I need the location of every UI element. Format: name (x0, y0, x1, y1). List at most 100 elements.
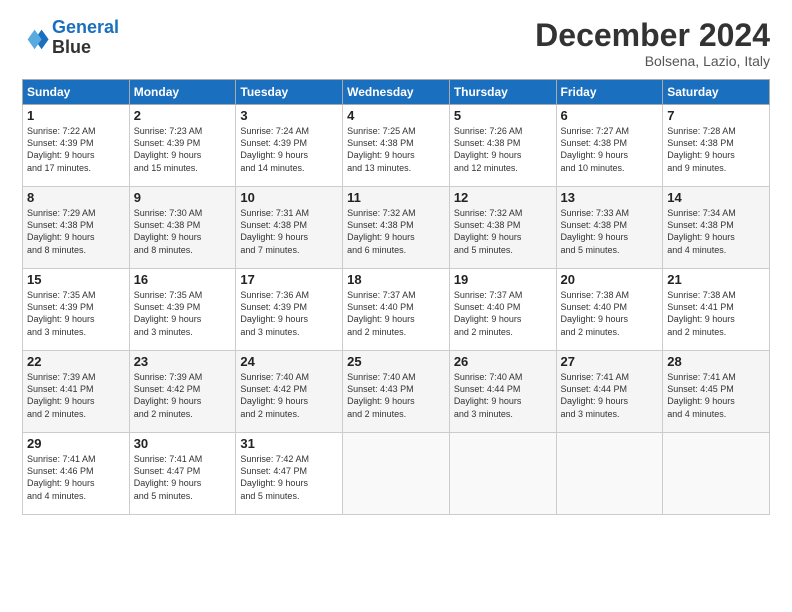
day-number: 19 (454, 272, 552, 287)
day-number: 3 (240, 108, 338, 123)
cell-info: Sunrise: 7:37 AM Sunset: 4:40 PM Dayligh… (454, 289, 552, 338)
calendar-week-row: 15Sunrise: 7:35 AM Sunset: 4:39 PM Dayli… (23, 269, 770, 351)
cell-info: Sunrise: 7:39 AM Sunset: 4:41 PM Dayligh… (27, 371, 125, 420)
table-row (663, 433, 770, 515)
table-row: 21 Sunrise: 7:38 AM Sunset: 4:41 PM Dayli… (663, 269, 770, 351)
cell-info: Sunrise: 7:31 AM Sunset: 4:38 PM Dayligh… (240, 207, 338, 256)
header-thursday: Thursday (449, 80, 556, 105)
calendar-week-row: 29Sunrise: 7:41 AM Sunset: 4:46 PM Dayli… (23, 433, 770, 515)
table-row: 24 Sunrise: 7:40 AM Sunset: 4:42 PM Dayli… (236, 351, 343, 433)
cell-info: Sunrise: 7:34 AM Sunset: 4:38 PM Dayligh… (667, 207, 765, 256)
logo-icon (22, 24, 50, 52)
cell-info: Sunrise: 7:32 AM Sunset: 4:38 PM Dayligh… (347, 207, 445, 256)
day-number: 14 (667, 190, 765, 205)
calendar-week-row: 22Sunrise: 7:39 AM Sunset: 4:41 PM Dayli… (23, 351, 770, 433)
cell-info: Sunrise: 7:36 AM Sunset: 4:39 PM Dayligh… (240, 289, 338, 338)
day-number: 28 (667, 354, 765, 369)
day-number: 31 (240, 436, 338, 451)
day-number: 30 (134, 436, 232, 451)
table-row: 7 Sunrise: 7:28 AM Sunset: 4:38 PM Daylig… (663, 105, 770, 187)
table-row: 3 Sunrise: 7:24 AM Sunset: 4:39 PM Daylig… (236, 105, 343, 187)
day-number: 7 (667, 108, 765, 123)
table-row: 18 Sunrise: 7:37 AM Sunset: 4:40 PM Dayli… (343, 269, 450, 351)
day-number: 2 (134, 108, 232, 123)
cell-info: Sunrise: 7:24 AM Sunset: 4:39 PM Dayligh… (240, 125, 338, 174)
table-row: 20Sunrise: 7:38 AM Sunset: 4:40 PM Dayli… (556, 269, 663, 351)
table-row: 4Sunrise: 7:25 AM Sunset: 4:38 PM Daylig… (343, 105, 450, 187)
day-number: 29 (27, 436, 125, 451)
table-row: 23 Sunrise: 7:39 AM Sunset: 4:42 PM Dayli… (129, 351, 236, 433)
header-sunday: Sunday (23, 80, 130, 105)
cell-info: Sunrise: 7:33 AM Sunset: 4:38 PM Dayligh… (561, 207, 659, 256)
cell-info: Sunrise: 7:39 AM Sunset: 4:42 PM Dayligh… (134, 371, 232, 420)
table-row: 22Sunrise: 7:39 AM Sunset: 4:41 PM Dayli… (23, 351, 130, 433)
day-number: 17 (240, 272, 338, 287)
header-saturday: Saturday (663, 80, 770, 105)
day-number: 8 (27, 190, 125, 205)
day-number: 24 (240, 354, 338, 369)
logo-text: General Blue (52, 18, 119, 58)
day-number: 23 (134, 354, 232, 369)
header-friday: Friday (556, 80, 663, 105)
table-row: 30Sunrise: 7:41 AM Sunset: 4:47 PM Dayli… (129, 433, 236, 515)
cell-info: Sunrise: 7:40 AM Sunset: 4:42 PM Dayligh… (240, 371, 338, 420)
table-row: 11 Sunrise: 7:32 AM Sunset: 4:38 PM Dayli… (343, 187, 450, 269)
cell-info: Sunrise: 7:37 AM Sunset: 4:40 PM Dayligh… (347, 289, 445, 338)
day-number: 5 (454, 108, 552, 123)
table-row: 31 Sunrise: 7:42 AM Sunset: 4:47 PM Dayli… (236, 433, 343, 515)
day-number: 18 (347, 272, 445, 287)
calendar-week-row: 1Sunrise: 7:22 AM Sunset: 4:39 PM Daylig… (23, 105, 770, 187)
table-row (343, 433, 450, 515)
table-row: 2 Sunrise: 7:23 AM Sunset: 4:39 PM Daylig… (129, 105, 236, 187)
cell-info: Sunrise: 7:35 AM Sunset: 4:39 PM Dayligh… (27, 289, 125, 338)
day-number: 27 (561, 354, 659, 369)
table-row: 16Sunrise: 7:35 AM Sunset: 4:39 PM Dayli… (129, 269, 236, 351)
day-number: 6 (561, 108, 659, 123)
cell-info: Sunrise: 7:29 AM Sunset: 4:38 PM Dayligh… (27, 207, 125, 256)
cell-info: Sunrise: 7:28 AM Sunset: 4:38 PM Dayligh… (667, 125, 765, 174)
day-number: 21 (667, 272, 765, 287)
header-tuesday: Tuesday (236, 80, 343, 105)
cell-info: Sunrise: 7:26 AM Sunset: 4:38 PM Dayligh… (454, 125, 552, 174)
table-row: 26Sunrise: 7:40 AM Sunset: 4:44 PM Dayli… (449, 351, 556, 433)
logo-line2: Blue (52, 37, 91, 57)
table-row: 9 Sunrise: 7:30 AM Sunset: 4:38 PM Daylig… (129, 187, 236, 269)
table-row (449, 433, 556, 515)
calendar-week-row: 8 Sunrise: 7:29 AM Sunset: 4:38 PM Daylig… (23, 187, 770, 269)
cell-info: Sunrise: 7:27 AM Sunset: 4:38 PM Dayligh… (561, 125, 659, 174)
header: General Blue December 2024 Bolsena, Lazi… (22, 18, 770, 69)
day-number: 25 (347, 354, 445, 369)
table-row: 28Sunrise: 7:41 AM Sunset: 4:45 PM Dayli… (663, 351, 770, 433)
table-row: 12 Sunrise: 7:32 AM Sunset: 4:38 PM Dayli… (449, 187, 556, 269)
table-row: 8 Sunrise: 7:29 AM Sunset: 4:38 PM Daylig… (23, 187, 130, 269)
day-number: 11 (347, 190, 445, 205)
day-number: 4 (347, 108, 445, 123)
table-row: 19 Sunrise: 7:37 AM Sunset: 4:40 PM Dayli… (449, 269, 556, 351)
table-row: 5 Sunrise: 7:26 AM Sunset: 4:38 PM Daylig… (449, 105, 556, 187)
cell-info: Sunrise: 7:32 AM Sunset: 4:38 PM Dayligh… (454, 207, 552, 256)
cell-info: Sunrise: 7:30 AM Sunset: 4:38 PM Dayligh… (134, 207, 232, 256)
day-number: 13 (561, 190, 659, 205)
cell-info: Sunrise: 7:38 AM Sunset: 4:41 PM Dayligh… (667, 289, 765, 338)
cell-info: Sunrise: 7:42 AM Sunset: 4:47 PM Dayligh… (240, 453, 338, 502)
cell-info: Sunrise: 7:38 AM Sunset: 4:40 PM Dayligh… (561, 289, 659, 338)
day-number: 16 (134, 272, 232, 287)
day-number: 10 (240, 190, 338, 205)
location: Bolsena, Lazio, Italy (535, 53, 770, 69)
month-title: December 2024 (535, 18, 770, 53)
day-number: 12 (454, 190, 552, 205)
header-monday: Monday (129, 80, 236, 105)
cell-info: Sunrise: 7:41 AM Sunset: 4:44 PM Dayligh… (561, 371, 659, 420)
table-row: 10 Sunrise: 7:31 AM Sunset: 4:38 PM Dayli… (236, 187, 343, 269)
table-row: 17 Sunrise: 7:36 AM Sunset: 4:39 PM Dayli… (236, 269, 343, 351)
table-row: 25Sunrise: 7:40 AM Sunset: 4:43 PM Dayli… (343, 351, 450, 433)
cell-info: Sunrise: 7:23 AM Sunset: 4:39 PM Dayligh… (134, 125, 232, 174)
days-header-row: Sunday Monday Tuesday Wednesday Thursday… (23, 80, 770, 105)
day-number: 1 (27, 108, 125, 123)
table-row: 1Sunrise: 7:22 AM Sunset: 4:39 PM Daylig… (23, 105, 130, 187)
table-row: 27 Sunrise: 7:41 AM Sunset: 4:44 PM Dayli… (556, 351, 663, 433)
day-number: 9 (134, 190, 232, 205)
cell-info: Sunrise: 7:40 AM Sunset: 4:44 PM Dayligh… (454, 371, 552, 420)
table-row: 29Sunrise: 7:41 AM Sunset: 4:46 PM Dayli… (23, 433, 130, 515)
title-block: December 2024 Bolsena, Lazio, Italy (535, 18, 770, 69)
